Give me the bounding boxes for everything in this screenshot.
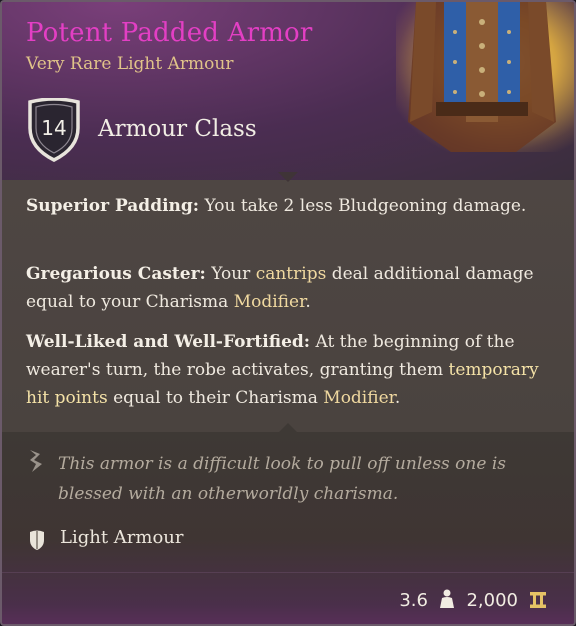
shield-icon xyxy=(30,530,44,550)
armour-class-label: Armour Class xyxy=(98,116,257,142)
keyword-link[interactable]: Modifier xyxy=(234,292,306,312)
item-rarity-type: Very Rare Light Armour xyxy=(26,54,234,74)
keyword-link[interactable]: Modifier xyxy=(323,388,395,408)
property-title: Gregarious Caster: xyxy=(26,264,206,284)
armour-class-value: 14 xyxy=(41,116,67,140)
property-well-liked-well-fortified: Well-Liked and Well-Fortified: At the be… xyxy=(26,328,546,412)
item-price: 2,000 xyxy=(466,590,518,611)
property-title: Well-Liked and Well-Fortified: xyxy=(26,332,311,352)
property-text: . xyxy=(305,292,311,312)
keyword-link[interactable]: cantrips xyxy=(256,264,327,284)
gold-icon xyxy=(530,592,546,608)
property-text: equal to their Charisma xyxy=(107,388,324,408)
quill-icon xyxy=(30,450,42,472)
section-divider-notch xyxy=(278,423,298,433)
property-text: Your xyxy=(205,264,256,284)
item-name: Potent Padded Armor xyxy=(26,18,313,48)
armour-class-badge: 14 xyxy=(26,97,82,162)
section-divider-notch xyxy=(278,172,298,182)
property-title: Superior Padding: xyxy=(26,196,200,216)
item-tooltip: Potent Padded Armor Very Rare Light Armo… xyxy=(0,0,576,626)
property-text: You take 2 less Bludgeoning damage. xyxy=(199,196,527,216)
property-text: . xyxy=(394,388,401,408)
weight-icon xyxy=(440,589,454,608)
property-gregarious-caster: Gregarious Caster: Your cantrips deal ad… xyxy=(26,260,546,316)
item-artwork xyxy=(396,2,574,152)
armor-type-label: Light Armour xyxy=(60,527,184,548)
property-superior-padding: Superior Padding: You take 2 less Bludge… xyxy=(26,192,546,220)
item-weight: 3.6 xyxy=(399,590,428,611)
flavor-text: This armor is a difficult look to pull o… xyxy=(58,454,506,504)
armor-artwork-icon xyxy=(408,2,556,152)
footer-divider xyxy=(2,572,574,573)
